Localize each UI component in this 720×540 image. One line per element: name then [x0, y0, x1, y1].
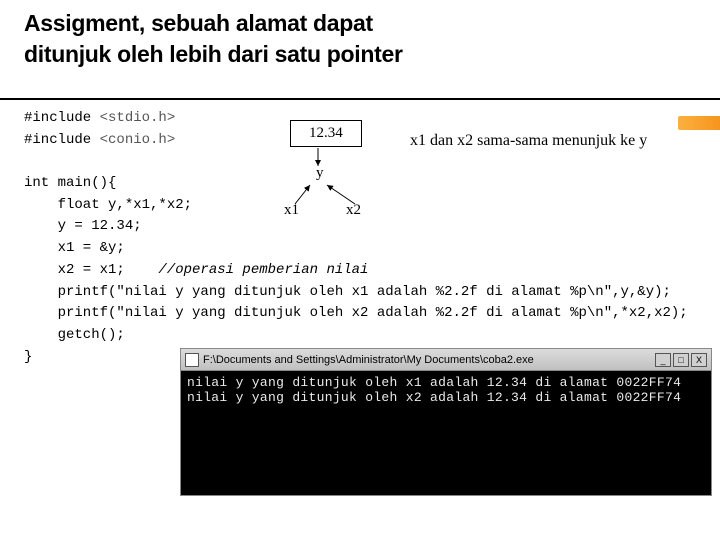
page-title: Assigment, sebuah alamat dapat ditunjuk …: [24, 8, 720, 70]
code-text: <stdio.h>: [100, 110, 176, 126]
code-text: #include: [24, 110, 100, 126]
code-text: printf("nilai y yang ditunjuk oleh x2 ad…: [24, 305, 688, 321]
code-text: x1 = &y;: [24, 240, 125, 256]
pointer-diagram: 12.34 y x1 x2: [290, 120, 362, 202]
slide: Assigment, sebuah alamat dapat ditunjuk …: [0, 0, 720, 540]
title-divider: [0, 98, 720, 100]
code-text: printf("nilai y yang ditunjuk oleh x1 ad…: [24, 284, 671, 300]
label-x2: x2: [346, 202, 361, 219]
terminal-line: nilai y yang ditunjuk oleh x2 adalah 12.…: [187, 390, 681, 405]
code-text: #include: [24, 132, 100, 148]
code-text: float y,*x1,*x2;: [24, 197, 192, 213]
code-text: int main(){: [24, 175, 116, 191]
diagram-description: x1 dan x2 sama-sama menunjuk ke y: [410, 132, 647, 150]
label-x1: x1: [284, 202, 299, 219]
code-comment: //operasi pemberian nilai: [158, 262, 368, 278]
terminal-icon: [185, 353, 199, 367]
terminal-line: nilai y yang ditunjuk oleh x1 adalah 12.…: [187, 375, 681, 390]
code-text: y = 12.34;: [24, 218, 142, 234]
title-line-1: Assigment, sebuah alamat dapat: [24, 10, 373, 36]
minimize-button[interactable]: _: [655, 353, 671, 367]
label-y: y: [316, 165, 362, 182]
code-text: x2 = x1;: [24, 262, 158, 278]
value-box: 12.34: [290, 120, 362, 147]
terminal-window: F:\Documents and Settings\Administrator\…: [180, 348, 712, 496]
code-text: }: [24, 349, 32, 365]
code-text: getch();: [24, 327, 125, 343]
terminal-titlebar[interactable]: F:\Documents and Settings\Administrator\…: [181, 349, 711, 371]
terminal-path: F:\Documents and Settings\Administrator\…: [203, 354, 534, 366]
maximize-button[interactable]: □: [673, 353, 689, 367]
close-button[interactable]: X: [691, 353, 707, 367]
terminal-body: nilai y yang ditunjuk oleh x1 adalah 12.…: [181, 371, 711, 495]
title-line-2: ditunjuk oleh lebih dari satu pointer: [24, 41, 403, 67]
code-text: <conio.h>: [100, 132, 176, 148]
